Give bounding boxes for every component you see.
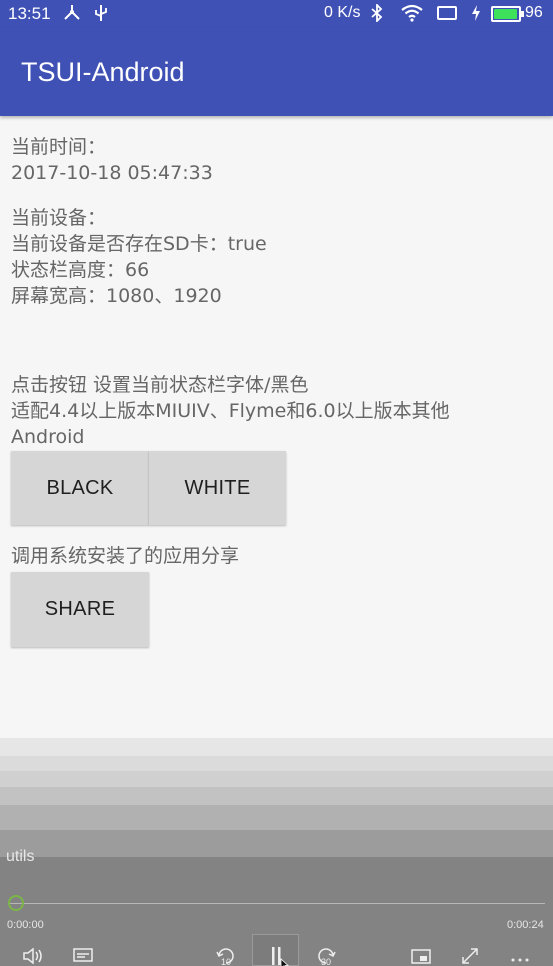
wifi-icon <box>400 4 424 26</box>
compat-note-android: Android <box>11 426 85 448</box>
screen-size-info: 屏幕宽高：1080、1920 <box>11 285 222 307</box>
cursor-icon <box>280 955 290 966</box>
black-button[interactable]: BLACK <box>11 451 149 525</box>
usb-icon <box>94 4 108 26</box>
time-label: 当前时间： <box>11 136 107 158</box>
skip-back-icon[interactable]: 10 <box>214 946 238 966</box>
time-value: 2017-10-18 05:47:33 <box>11 162 213 184</box>
status-bar: 13:51 0 K/s 96 <box>0 0 553 28</box>
white-button[interactable]: WHITE <box>149 451 286 525</box>
device-label: 当前设备： <box>11 207 107 229</box>
battery-icon <box>491 6 524 22</box>
charging-icon <box>470 4 482 26</box>
network-speed: 0 K/s <box>324 4 361 21</box>
seek-bar[interactable] <box>8 903 545 904</box>
usb-share-icon <box>62 4 82 26</box>
volume-icon[interactable] <box>22 946 44 966</box>
pause-button[interactable] <box>252 934 299 966</box>
video-player: utils 0:00:00 0:00:24 10 30 <box>0 738 553 966</box>
video-title: utils <box>6 848 35 865</box>
sd-card-info: 当前设备是否存在SD卡：true <box>11 233 267 255</box>
skip-forward-seconds: 30 <box>321 957 331 966</box>
app-title: TSUI-Android <box>21 57 185 87</box>
compat-note: 适配4.4以上版本MIUIV、Flyme和6.0以上版本其他 <box>11 400 450 422</box>
seek-handle[interactable] <box>8 895 24 911</box>
share-button[interactable]: SHARE <box>11 572 149 647</box>
current-time: 0:00:00 <box>7 919 44 931</box>
cast-icon[interactable] <box>410 946 432 966</box>
battery-level: 96 <box>525 4 543 21</box>
status-time: 13:51 <box>8 4 51 23</box>
screen-icon <box>436 4 458 26</box>
fullscreen-icon[interactable] <box>460 946 480 966</box>
skip-forward-icon[interactable]: 30 <box>314 946 338 966</box>
status-bar-height-info: 状态栏高度：66 <box>11 259 150 281</box>
more-icon[interactable] <box>509 946 531 966</box>
app-bar: TSUI-Android <box>0 28 553 116</box>
skip-back-seconds: 10 <box>221 957 231 966</box>
duration: 0:00:24 <box>507 919 544 931</box>
share-label: 调用系统安装了的应用分享 <box>11 545 240 567</box>
bluetooth-icon <box>370 2 384 26</box>
status-font-instruction: 点击按钮 设置当前状态栏字体/黑色 <box>11 374 309 396</box>
captions-icon[interactable] <box>72 946 94 966</box>
